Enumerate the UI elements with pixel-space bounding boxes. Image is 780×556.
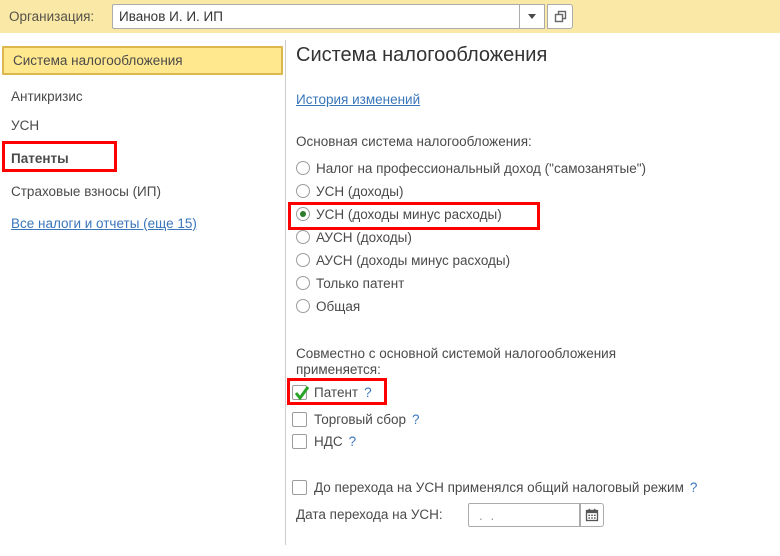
help-icon[interactable]: ?: [412, 412, 420, 427]
radio-label: УСН (доходы): [316, 183, 404, 199]
sidebar-item-patents[interactable]: Патенты: [0, 146, 69, 170]
calendar-icon: [585, 508, 599, 522]
radio-icon-selected: [296, 207, 310, 221]
radio-label: АУСН (доходы минус расходы): [316, 252, 511, 268]
checkbox-icon-checked: [292, 384, 310, 400]
checkbox-icon: [292, 479, 307, 495]
radio-icon: [296, 253, 310, 267]
radio-label: Только патент: [316, 275, 405, 291]
radio-label: Общая: [316, 298, 361, 314]
sidebar-item-anticrisis[interactable]: Антикризис: [0, 84, 83, 108]
chevron-down-icon: [528, 14, 536, 19]
checkbox-nds[interactable]: НДС ?: [292, 431, 356, 451]
usn-transition-date-input[interactable]: . .: [468, 503, 580, 527]
organization-label: Организация:: [9, 9, 95, 24]
checkbox-label: НДС: [314, 433, 343, 449]
sidebar-item-label: Система налогообложения: [13, 53, 183, 68]
sidebar-item-label: Страховые взносы (ИП): [11, 183, 161, 199]
organization-open-list-button[interactable]: [547, 4, 573, 29]
radio-label: УСН (доходы минус расходы): [316, 206, 502, 222]
checkbox-label: Патент: [314, 384, 359, 400]
checkbox-trade-fee[interactable]: Торговый сбор ?: [292, 409, 420, 429]
open-list-icon: [554, 10, 566, 23]
radio-icon: [296, 161, 310, 175]
radio-icon: [296, 230, 310, 244]
radio-usn-income-minus-expenses[interactable]: УСН (доходы минус расходы): [296, 203, 502, 225]
radio-general[interactable]: Общая: [296, 295, 360, 317]
sidebar-divider: [285, 40, 286, 545]
usn-transition-date-label: Дата перехода на УСН:: [296, 507, 443, 522]
calendar-button[interactable]: [580, 503, 604, 527]
sidebar-item-label: Антикризис: [11, 88, 83, 104]
checkbox-icon: [292, 433, 307, 449]
checkbox-icon: [292, 411, 307, 427]
organization-value: Иванов И. И. ИП: [119, 9, 223, 24]
help-icon[interactable]: ?: [364, 385, 372, 400]
sidebar-item-usn[interactable]: УСН: [0, 113, 39, 137]
page-title: Система налогообложения: [296, 44, 548, 66]
organization-dropdown-button[interactable]: [519, 4, 545, 29]
checkbox-general-regime-before-usn[interactable]: До перехода на УСН применялся общий нало…: [292, 477, 697, 497]
history-link[interactable]: История изменений: [296, 92, 420, 107]
date-value: . .: [479, 507, 497, 523]
help-icon[interactable]: ?: [349, 434, 357, 449]
checkbox-label: До перехода на УСН применялся общий нало…: [314, 479, 684, 495]
tax-settings-window: Организация: Иванов И. И. ИП Система нал…: [0, 0, 780, 556]
radio-icon: [296, 276, 310, 290]
sidebar-item-all-taxes-link[interactable]: Все налоги и отчеты (еще 15): [0, 211, 197, 235]
sidebar-item-tax-system[interactable]: Система налогообложения: [2, 46, 283, 75]
radio-usn-income[interactable]: УСН (доходы): [296, 180, 403, 202]
sidebar-link-label: Все налоги и отчеты (еще 15): [11, 215, 197, 231]
primary-system-label: Основная система налогообложения:: [296, 134, 532, 149]
radio-ausn-income-minus-expenses[interactable]: АУСН (доходы минус расходы): [296, 249, 510, 271]
radio-ausn-income[interactable]: АУСН (доходы): [296, 226, 412, 248]
radio-icon: [296, 184, 310, 198]
organization-toolbar: Организация: Иванов И. И. ИП: [0, 0, 780, 33]
radio-icon: [296, 299, 310, 313]
radio-label: Налог на профессиональный доход ("самоза…: [316, 160, 646, 176]
checkbox-patent[interactable]: Патент ?: [292, 382, 372, 402]
sidebar-item-insurance[interactable]: Страховые взносы (ИП): [0, 179, 161, 203]
radio-label: АУСН (доходы): [316, 229, 412, 245]
help-icon[interactable]: ?: [690, 480, 698, 495]
secondary-system-label: Совместно с основной системой налогообло…: [296, 346, 617, 377]
radio-patent-only[interactable]: Только патент: [296, 272, 404, 294]
sidebar-item-label: УСН: [11, 117, 40, 133]
radio-professional-income[interactable]: Налог на профессиональный доход ("самоза…: [296, 157, 646, 179]
checkmark-icon: [294, 385, 310, 400]
organization-input[interactable]: Иванов И. И. ИП: [112, 4, 519, 29]
checkbox-label: Торговый сбор: [314, 411, 407, 427]
sidebar-item-label: Патенты: [11, 150, 69, 166]
